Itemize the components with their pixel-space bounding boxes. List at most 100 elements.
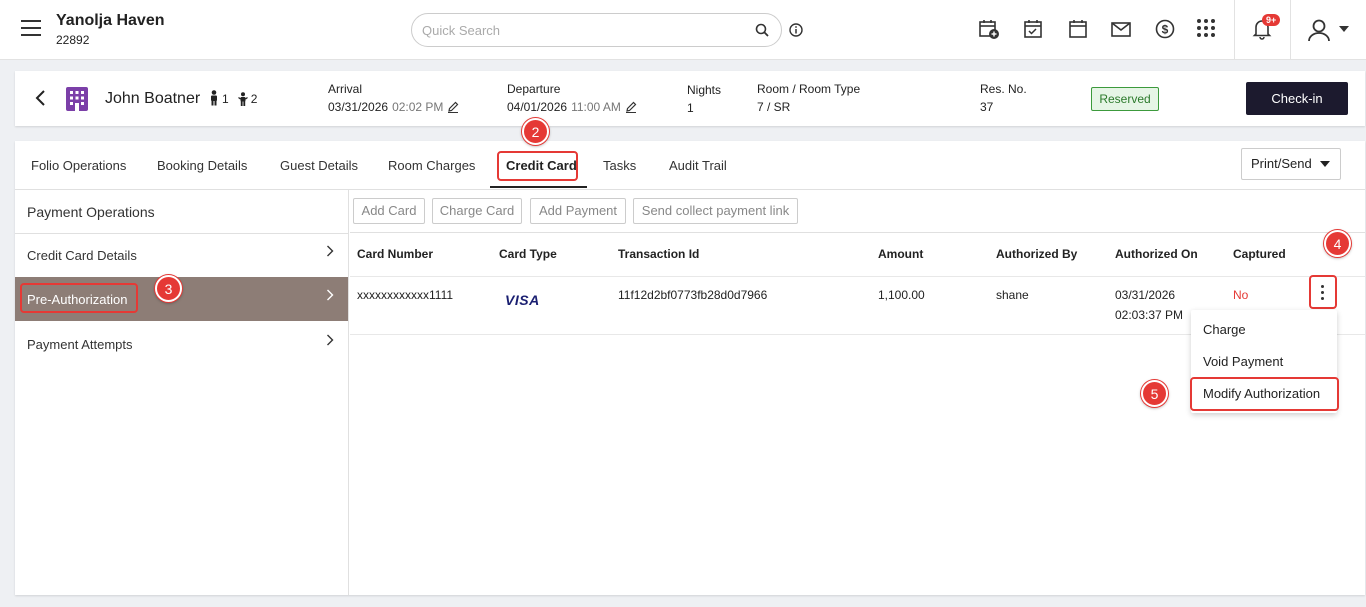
departure-time: 11:00 AM [571, 100, 621, 114]
quick-search [411, 13, 782, 47]
chevron-right-icon [327, 289, 334, 301]
pax-count: 1 2 [209, 90, 257, 106]
adult-icon [211, 90, 217, 106]
menu-item-charge[interactable]: Charge [1203, 322, 1246, 337]
chevron-down-icon[interactable] [1339, 26, 1349, 32]
building-icon [66, 87, 88, 111]
check-in-button[interactable]: Check-in [1246, 82, 1348, 115]
highlight-box [497, 151, 578, 181]
row-actions-button[interactable] [1309, 275, 1337, 309]
authorized-on-date: 03/31/2026 [1115, 288, 1176, 302]
sidebar-item-payment-attempts[interactable]: Payment Attempts [15, 322, 348, 366]
chevron-right-icon [327, 334, 334, 346]
tab-guest-details[interactable]: Guest Details [280, 158, 358, 173]
step-marker-5: 5 [1141, 380, 1168, 407]
sidebar-title: Payment Operations [27, 204, 155, 220]
edit-pencil-icon[interactable] [447, 101, 459, 113]
captured-value: No [1233, 288, 1249, 302]
departure-date: 04/01/2026 [507, 100, 568, 114]
tab-room-charges[interactable]: Room Charges [388, 158, 475, 173]
sidebar-item-label: Payment Attempts [27, 337, 133, 352]
print-send-dropdown[interactable]: Print/Send [1241, 148, 1341, 180]
main-panel: Folio Operations Booking Details Guest D… [15, 141, 1365, 595]
highlight-box [20, 283, 138, 313]
sidebar-item-credit-card-details[interactable]: Credit Card Details [15, 233, 348, 277]
arrival-time: 02:02 PM [392, 100, 444, 114]
nights-field: Nights 1 [687, 83, 721, 115]
adult-count: 1 [222, 92, 229, 106]
arrival-field: Arrival 03/31/2026 02:02 PM [328, 82, 459, 114]
hamburger-menu-icon[interactable] [21, 20, 41, 36]
tab-folio-operations[interactable]: Folio Operations [31, 158, 126, 173]
column-header-captured: Captured [1233, 247, 1286, 261]
step-marker-2: 2 [522, 118, 549, 145]
authorized-by: shane [996, 288, 1029, 302]
back-arrow-icon[interactable] [34, 89, 48, 107]
departure-label: Departure [507, 82, 561, 96]
column-header-authorized-on: Authorized On [1115, 247, 1198, 261]
room-value: 7 / SR [757, 100, 791, 114]
column-header-card-number: Card Number [357, 247, 434, 261]
active-tab-indicator [490, 186, 587, 188]
nights-label: Nights [687, 83, 722, 97]
edit-pencil-icon[interactable] [625, 101, 637, 113]
charge-card-button[interactable]: Charge Card [432, 198, 522, 224]
step-marker-3: 3 [155, 275, 182, 302]
tab-audit-trail[interactable]: Audit Trail [669, 158, 727, 173]
separator [1290, 0, 1291, 60]
column-header-transaction-id: Transaction Id [618, 247, 700, 261]
search-icon[interactable] [755, 23, 769, 37]
property-name: Yanolja Haven [56, 12, 165, 29]
departure-field: Departure 04/01/2026 11:00 AM [507, 82, 637, 114]
resno-value: 37 [980, 100, 994, 114]
property-code: 22892 [56, 33, 90, 47]
divider [350, 232, 1365, 233]
resno-field: Res. No. 37 [980, 82, 1027, 114]
menu-item-void-payment[interactable]: Void Payment [1203, 354, 1283, 369]
guest-name: John Boatner [105, 90, 201, 107]
reservation-header: John Boatner 1 2 Arrival 03/31/2026 02:0… [15, 71, 1365, 126]
mail-icon[interactable] [1110, 18, 1132, 40]
tab-tasks[interactable]: Tasks [603, 158, 636, 173]
status-badge: Reserved [1091, 87, 1159, 111]
payment-operations-sidebar: Payment Operations Credit Card Details P… [15, 190, 349, 595]
arrival-label: Arrival [328, 82, 363, 96]
chevron-right-icon [327, 245, 334, 257]
tab-booking-details[interactable]: Booking Details [157, 158, 247, 173]
dollar-icon[interactable]: $ [1154, 18, 1176, 40]
divider [350, 276, 1365, 277]
send-collect-payment-link-button[interactable]: Send collect payment link [633, 198, 798, 224]
authorized-on-time: 02:03:37 PM [1115, 308, 1184, 322]
quick-search-input[interactable] [422, 21, 742, 39]
step-marker-4: 4 [1324, 230, 1351, 257]
room-field: Room / Room Type 7 / SR [757, 82, 860, 114]
visa-logo-icon: VISA [505, 292, 540, 308]
child-count: 2 [250, 92, 258, 106]
calendar-icon[interactable] [1067, 18, 1089, 40]
calendar-check-icon[interactable] [1022, 18, 1044, 40]
svg-text:$: $ [1162, 23, 1169, 37]
room-label: Room / Room Type [757, 82, 861, 96]
sidebar-item-label: Credit Card Details [27, 248, 137, 263]
transaction-id: 11f12d2bf0773fb28d0d7966 [618, 288, 768, 302]
top-bar: Yanolja Haven 22892 $ 9+ [0, 0, 1366, 60]
child-icon [237, 92, 248, 106]
tab-bar: Folio Operations Booking Details Guest D… [15, 141, 1365, 190]
more-vertical-icon [1321, 285, 1324, 303]
add-card-button[interactable]: Add Card [353, 198, 425, 224]
column-header-authorized-by: Authorized By [996, 247, 1078, 261]
resno-label: Res. No. [980, 82, 1027, 96]
calendar-add-icon[interactable] [978, 18, 1000, 40]
print-send-label: Print/Send [1251, 156, 1312, 171]
amount: 1,100.00 [878, 288, 925, 302]
apps-grid-icon[interactable] [1196, 18, 1216, 38]
add-payment-button[interactable]: Add Payment [530, 198, 626, 224]
notification-badge: 9+ [1262, 14, 1281, 26]
highlight-box [1190, 377, 1339, 411]
info-icon[interactable] [789, 23, 803, 37]
column-header-amount: Amount [878, 247, 924, 261]
chevron-down-icon [1320, 161, 1330, 167]
card-number: xxxxxxxxxxxx1111 [357, 288, 454, 302]
user-avatar-icon[interactable] [1306, 17, 1332, 43]
separator [1234, 0, 1235, 60]
